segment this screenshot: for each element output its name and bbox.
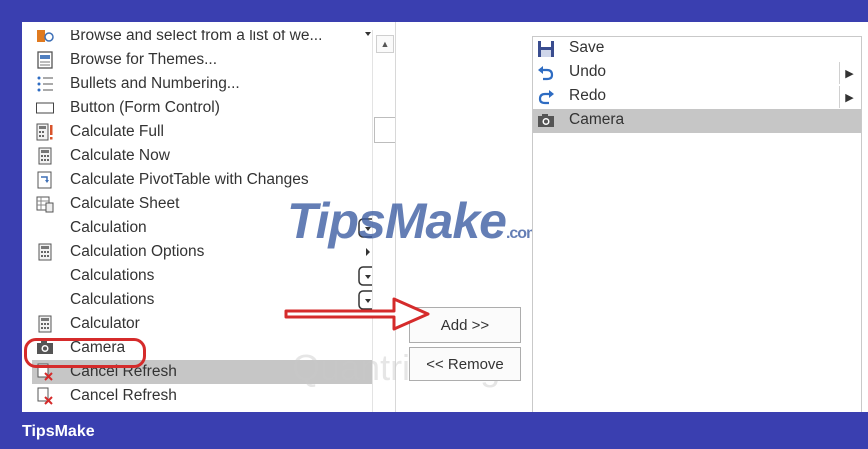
bullets-icon xyxy=(37,76,53,92)
list-item-label: Calculation Options xyxy=(70,243,205,260)
list-item[interactable]: Browse and select from a list of we... xyxy=(32,30,386,48)
list-item-camera[interactable]: Camera xyxy=(533,109,861,133)
list-item-save[interactable]: Save xyxy=(533,37,861,61)
list-item-label: Redo xyxy=(569,87,607,104)
list-item-label: Undo xyxy=(569,63,607,80)
themes-icon xyxy=(37,51,53,69)
list-item-label: Calculator xyxy=(70,315,140,332)
scroll-thumb[interactable] xyxy=(374,117,396,143)
highlight-ring xyxy=(24,338,146,368)
list-item[interactable]: Calculate Full xyxy=(32,120,386,144)
list-item-label: Bullets and Numbering... xyxy=(70,75,240,92)
scroll-up-button[interactable]: ▲ xyxy=(376,35,394,53)
submenu-arrow-icon[interactable]: ▶ xyxy=(839,86,859,108)
watermark: TipsMake.com xyxy=(287,193,540,249)
pivot-icon xyxy=(37,171,52,189)
calculator-icon xyxy=(38,243,52,261)
list-item[interactable]: Calculate PivotTable with Changes xyxy=(32,168,386,192)
list-item-label: Calculate Full xyxy=(70,123,164,140)
pointer-arrow-icon xyxy=(284,297,430,331)
list-item[interactable]: Browse for Themes... xyxy=(32,48,386,72)
list-item-label: Calculate Now xyxy=(70,147,170,164)
list-item-label: Calculations xyxy=(70,291,155,308)
list-item-label: Camera xyxy=(569,111,625,128)
list-item-label: Button (Form Control) xyxy=(70,99,220,116)
button-control-icon xyxy=(36,102,54,114)
footer-bar: TipsMake xyxy=(0,412,868,449)
cancel-refresh-icon xyxy=(37,387,53,405)
list-item-label: Calculation xyxy=(70,219,147,236)
list-item[interactable]: Calculations xyxy=(32,264,386,288)
list-item-label: Browse and select from a list of we... xyxy=(70,30,323,44)
calculate-full-icon xyxy=(36,123,53,141)
browse-list-icon xyxy=(37,30,54,42)
save-icon xyxy=(538,41,554,57)
calculate-sheet-icon xyxy=(36,196,54,213)
undo-icon xyxy=(538,66,554,81)
list-item-label: Calculate PivotTable with Changes xyxy=(70,171,309,188)
list-item-label: Browse for Themes... xyxy=(70,51,218,68)
calculator-icon xyxy=(38,147,52,165)
list-item-redo[interactable]: Redo ▶ xyxy=(533,85,861,109)
frame: Browse and select from a list of we... B… xyxy=(0,0,868,449)
remove-button[interactable]: << Remove xyxy=(409,347,521,381)
list-item-label: Cancel Refresh xyxy=(70,387,177,404)
list-item-label: Calculations xyxy=(70,267,155,284)
submenu-arrow-icon[interactable]: ▶ xyxy=(839,62,859,84)
list-item[interactable]: Calculate Now xyxy=(32,144,386,168)
list-item-label: Save xyxy=(569,39,605,56)
list-item-label: Calculate Sheet xyxy=(70,195,180,212)
camera-icon xyxy=(538,114,554,127)
list-item-undo[interactable]: Undo ▶ xyxy=(533,61,861,85)
customize-quick-access-dialog: Browse and select from a list of we... B… xyxy=(22,22,868,412)
list-item[interactable]: Bullets and Numbering... xyxy=(32,72,386,96)
redo-icon xyxy=(538,90,554,105)
quick-access-commands-list[interactable]: Save Undo ▶ Redo ▶ Camera xyxy=(532,36,862,412)
footer-brand: TipsMake xyxy=(22,423,95,440)
calculator-icon xyxy=(38,315,52,333)
list-item[interactable]: Button (Form Control) xyxy=(32,96,386,120)
